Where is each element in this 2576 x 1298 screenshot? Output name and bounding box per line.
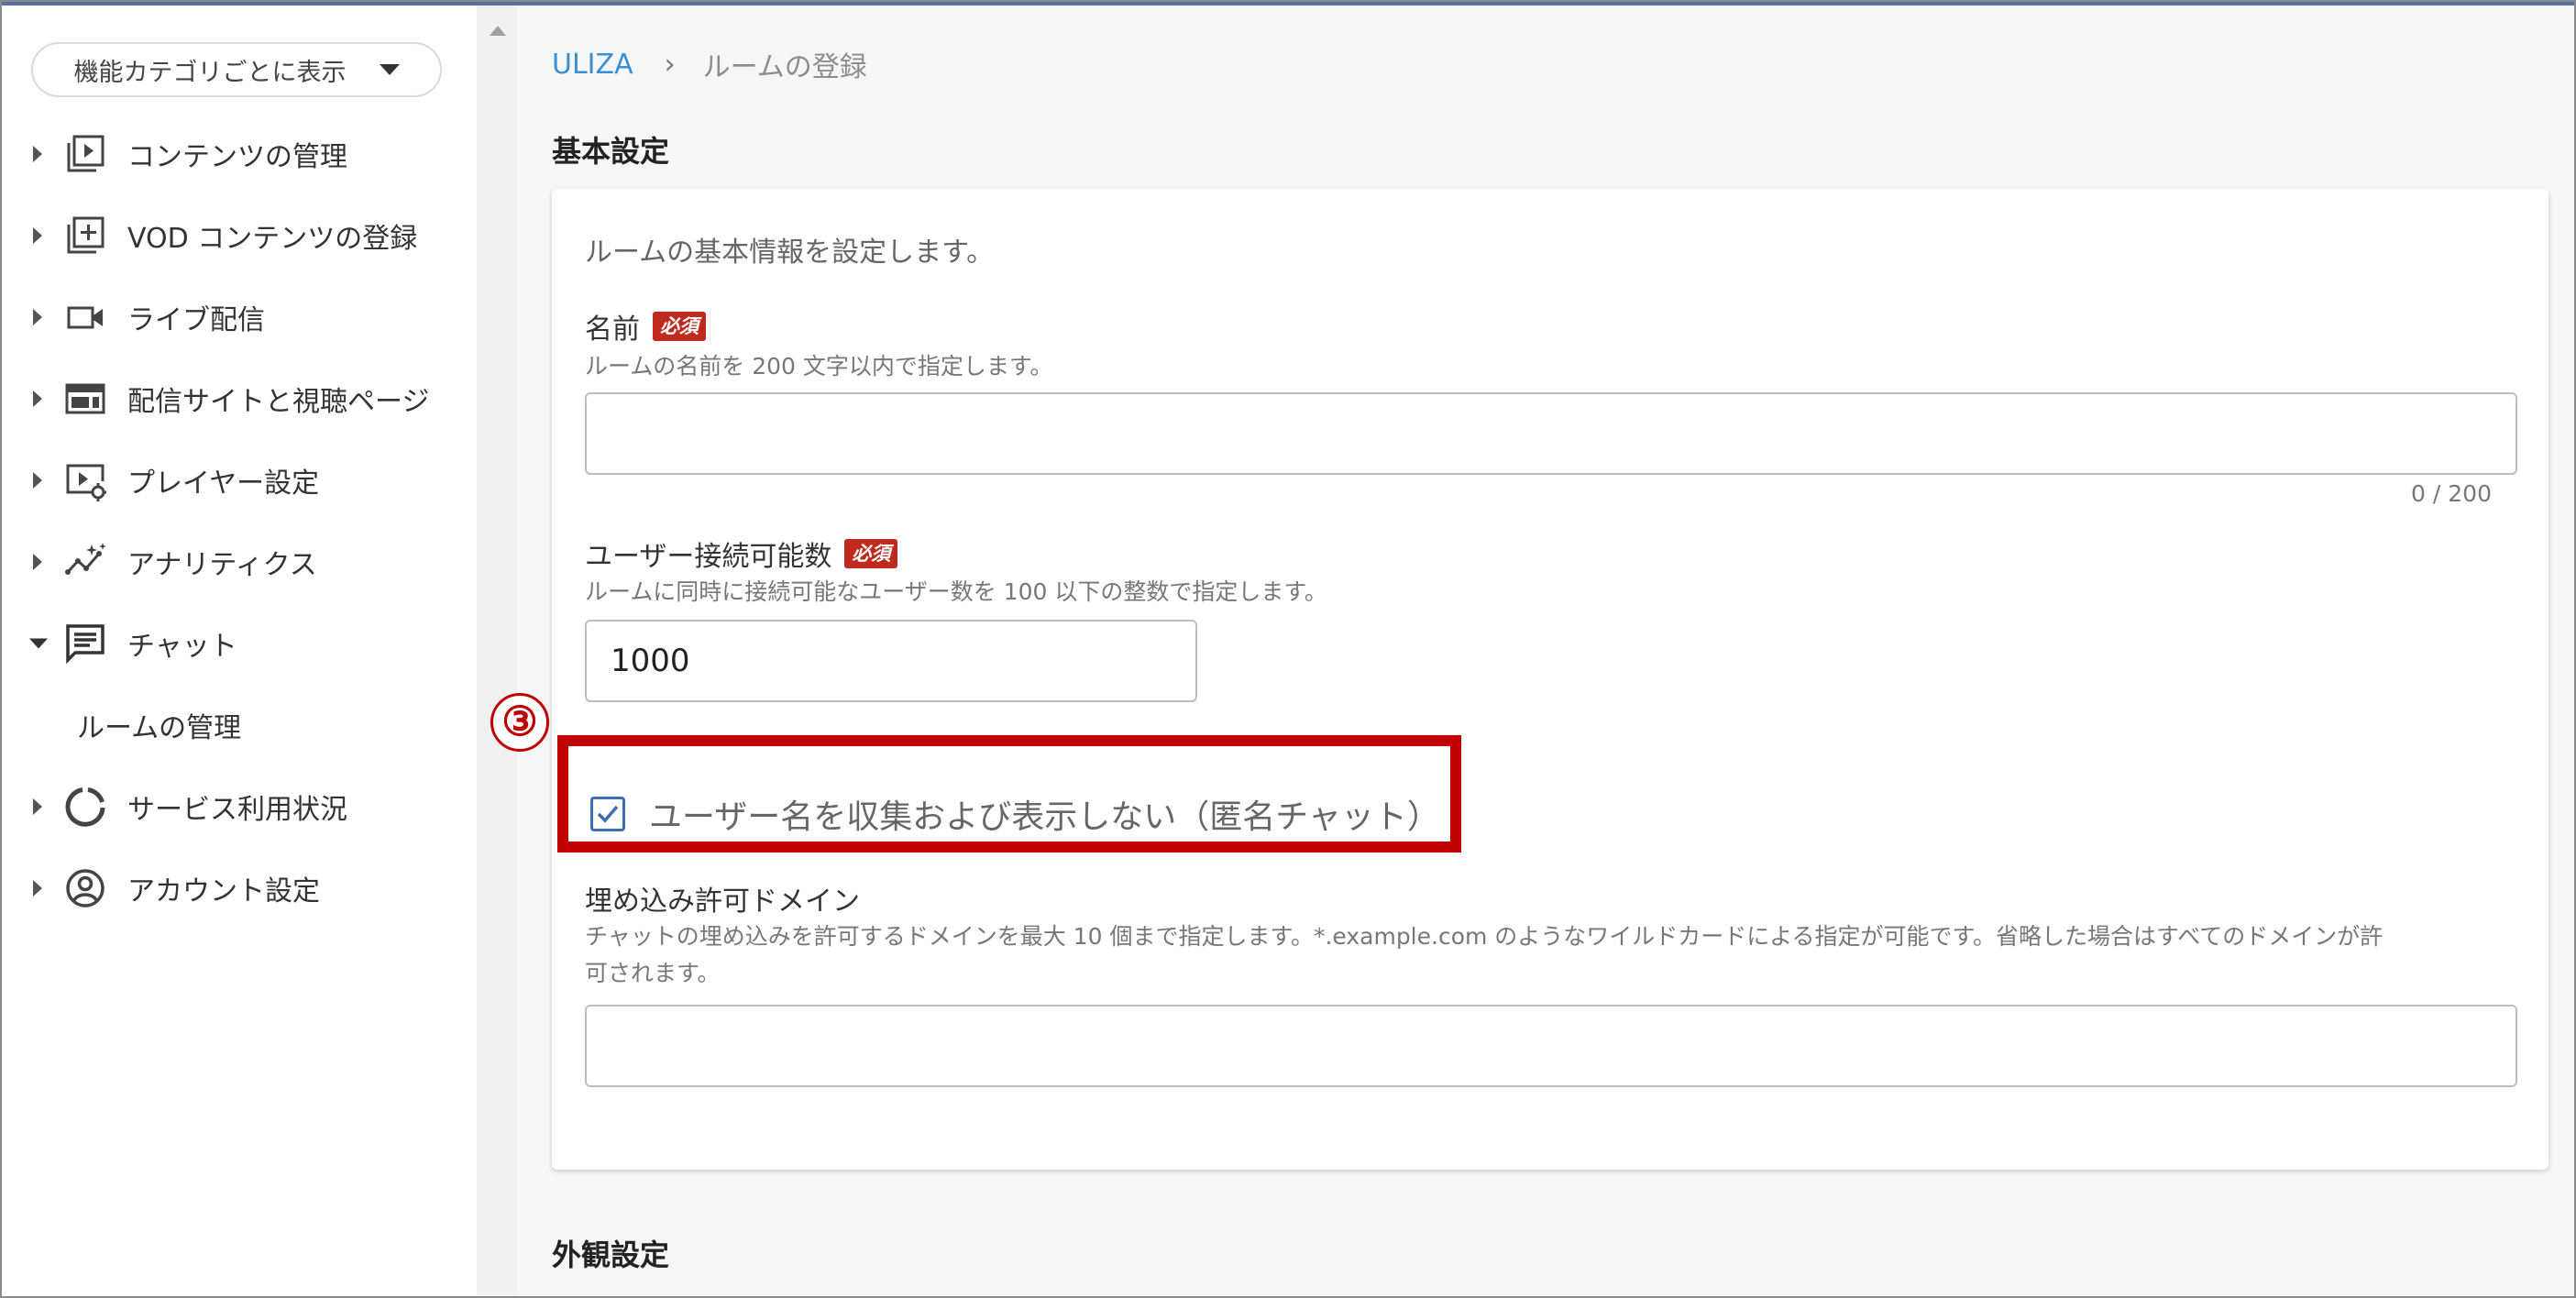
collapse-arrow-icon	[29, 638, 48, 649]
section-title-basic: 基本設定	[552, 134, 670, 169]
breadcrumb: ULIZA › ルームの登録	[552, 44, 867, 84]
analytics-icon	[65, 543, 106, 575]
section-title-appearance: 外観設定	[552, 1238, 670, 1272]
sidebar-item-label: ライブ配信	[127, 304, 265, 336]
sidebar-item-label: チャット	[127, 631, 237, 663]
users-help-text: ルームに同時に接続可能なユーザー数を 100 以下の整数で指定します。	[585, 578, 1327, 605]
domains-help-line-1: チャットの埋め込みを許可するドメインを最大 10 個まで指定します。*.exam…	[585, 923, 2383, 950]
sidebar-scrollbar[interactable]	[477, 6, 517, 1296]
expand-arrow-icon	[33, 880, 42, 896]
annotation-highlight-box	[557, 735, 1461, 852]
expand-arrow-icon	[33, 146, 42, 162]
annotation-step-number: ③	[490, 693, 549, 752]
expand-arrow-icon	[33, 798, 42, 815]
domains-help-line-2: 可されます。	[585, 960, 721, 986]
sidebar-item-label: プレイヤー設定	[127, 468, 320, 500]
users-field-label: ユーザー接続可能数 必須	[585, 534, 898, 574]
sidebar-item-usage[interactable]: サービス利用状況	[2, 779, 477, 834]
name-help-text: ルームの名前を 200 文字以内で指定します。	[585, 353, 1053, 380]
breadcrumb-current: ルームの登録	[702, 51, 867, 83]
sidebar-item-label: サービス利用状況	[127, 794, 347, 826]
player-settings-icon	[66, 464, 106, 501]
expand-arrow-icon	[33, 554, 42, 570]
account-circle-icon	[66, 869, 105, 908]
name-char-counter: 0 / 200	[2411, 480, 2492, 507]
name-field-label: 名前 必須	[585, 306, 706, 346]
name-label-text: 名前	[585, 314, 640, 346]
required-badge: 必須	[653, 312, 706, 341]
breadcrumb-root-link[interactable]: ULIZA	[552, 49, 633, 81]
usage-ring-icon	[65, 787, 105, 827]
web-layout-icon	[65, 383, 105, 414]
basic-settings-card: ルームの基本情報を設定します。 名前 必須 ルームの名前を 200 文字以内で指…	[552, 189, 2548, 1170]
sidebar-item-contents[interactable]: コンテンツの管理	[2, 126, 477, 182]
videocam-icon	[67, 306, 103, 329]
domains-field-label: 埋め込み許可ドメイン	[585, 878, 860, 918]
expand-arrow-icon	[33, 472, 42, 489]
required-badge: 必須	[844, 539, 898, 568]
sidebar-item-account[interactable]: アカウント設定	[2, 861, 477, 916]
sidebar-item-live[interactable]: ライブ配信	[2, 290, 477, 345]
app-frame: 機能カテゴリごとに表示 コンテンツの管理 VOD コンテンツの登録 ライブ配信 …	[0, 0, 2576, 1298]
name-input[interactable]	[585, 392, 2517, 475]
chat-icon	[66, 624, 105, 665]
expand-arrow-icon	[33, 227, 42, 244]
sidebar-subitem-room-management[interactable]: ルームの管理	[2, 698, 477, 753]
sidebar-item-label: アカウント設定	[127, 875, 320, 908]
sidebar-item-analytics[interactable]: アナリティクス	[2, 534, 477, 589]
add-library-icon	[67, 216, 105, 254]
play-library-icon	[67, 135, 105, 172]
sidebar-item-label: 配信サイトと視聴ページ	[127, 386, 430, 418]
domains-label-text: 埋め込み許可ドメイン	[585, 886, 860, 918]
caret-down-icon	[379, 64, 400, 75]
sidebar-item-label: VOD コンテンツの登録	[127, 223, 418, 255]
sidebar-item-vod-register[interactable]: VOD コンテンツの登録	[2, 208, 477, 263]
sidebar-item-label: アナリティクス	[127, 549, 317, 581]
sidebar-subitem-label: ルームの管理	[77, 712, 242, 744]
sidebar-item-chat[interactable]: チャット	[2, 616, 477, 671]
section-description: ルームの基本情報を設定します。	[585, 236, 995, 269]
main-content: ULIZA › ルームの登録 基本設定 ルームの基本情報を設定します。 名前 必…	[517, 6, 2574, 1296]
expand-arrow-icon	[33, 390, 42, 407]
sidebar-item-sites[interactable]: 配信サイトと視聴ページ	[2, 371, 477, 426]
expand-arrow-icon	[33, 309, 42, 325]
sidebar-item-label: コンテンツの管理	[127, 141, 347, 173]
category-select[interactable]: 機能カテゴリごとに表示	[31, 42, 442, 97]
breadcrumb-separator: ›	[664, 48, 676, 81]
domains-help-text: チャットの埋め込みを許可するドメインを最大 10 個まで指定します。*.exam…	[585, 918, 2383, 992]
scroll-up-arrow-icon[interactable]	[490, 26, 506, 36]
sidebar: 機能カテゴリごとに表示 コンテンツの管理 VOD コンテンツの登録 ライブ配信 …	[2, 6, 477, 1296]
domains-input[interactable]	[585, 1005, 2517, 1087]
users-label-text: ユーザー接続可能数	[585, 541, 832, 573]
category-select-label: 機能カテゴリごとに表示	[73, 58, 347, 87]
users-count-input[interactable]	[585, 620, 1197, 702]
sidebar-item-player[interactable]: プレイヤー設定	[2, 453, 477, 508]
